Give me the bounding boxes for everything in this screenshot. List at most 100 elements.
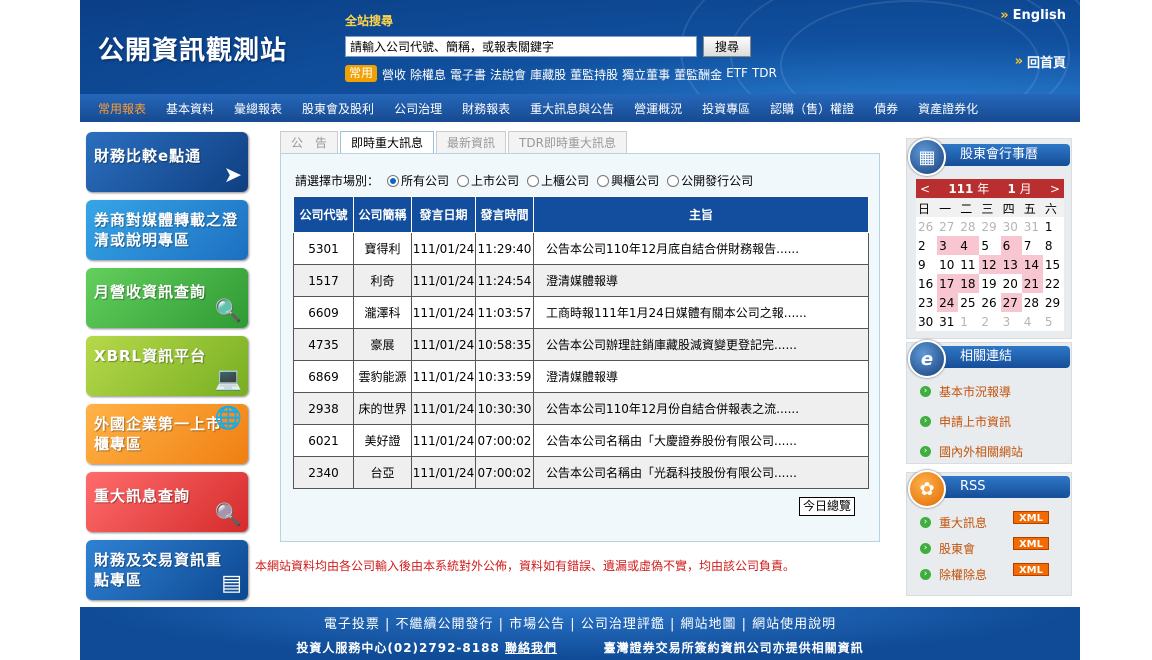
contact-us-link[interactable]: 聯絡我們 — [505, 641, 557, 655]
calendar-day[interactable]: 26 — [916, 217, 938, 236]
rss-item-ex-dividend[interactable]: › 除權除息 — [920, 566, 987, 583]
related-link-market-report[interactable]: › 基本市況報導 — [920, 383, 1011, 400]
calendar-day[interactable]: 11 — [958, 255, 980, 274]
xml-badge[interactable]: XML — [1013, 563, 1049, 576]
calendar-day[interactable]: 1 — [1042, 217, 1064, 236]
table-row[interactable]: 2938 床的世界 111/01/24 10:30:30 公告本公司110年12… — [293, 392, 869, 425]
banner-monthly-revenue[interactable]: 月營收資訊查詢 🔍 — [86, 268, 248, 328]
calendar-day[interactable]: 2 — [979, 312, 1001, 331]
nav-item-basic-info[interactable]: 基本資料 — [156, 100, 224, 117]
xml-badge[interactable]: XML — [1013, 511, 1049, 524]
banner-foreign-enterprise[interactable]: 外國企業第一上市櫃專區 🌐 — [86, 404, 248, 464]
cell-subject[interactable]: 公告本公司110年12月份自結合併報表之流...... — [533, 392, 869, 425]
table-row[interactable]: 6021 美好證 111/01/24 07:00:02 公告本公司名稱由「大慶證… — [293, 424, 869, 457]
calendar-day[interactable]: 29 — [1042, 293, 1064, 312]
banner-financial-comparison[interactable]: 財務比較e點通 ➤ — [86, 132, 248, 192]
prev-month-button[interactable]: < — [920, 182, 930, 196]
quick-link[interactable]: 除權息 — [410, 66, 446, 83]
radio-all-companies[interactable]: 所有公司 — [387, 172, 449, 189]
radio-otc[interactable]: 上櫃公司 — [527, 172, 589, 189]
radio-button[interactable] — [387, 174, 400, 187]
tab-latest-info[interactable]: 最新資訊 — [436, 131, 507, 153]
nav-item-operations[interactable]: 營運概況 — [624, 100, 692, 117]
calendar-day[interactable]: 8 — [1042, 236, 1064, 255]
calendar-day[interactable]: 2 — [916, 236, 938, 255]
radio-button[interactable] — [457, 174, 470, 187]
today-overview-button[interactable]: 今日總覽 — [799, 497, 856, 516]
banner-xbrl[interactable]: XBRL資訊平台 💻 — [86, 336, 248, 396]
calendar-day[interactable]: 1 — [958, 312, 980, 331]
footer-link-governance-eval[interactable]: 公司治理評鑑 — [581, 617, 665, 632]
cell-subject[interactable]: 公告本公司110年12月底自結合併財務報告...... — [533, 232, 869, 265]
nav-item-securitization[interactable]: 資產證券化 — [908, 100, 988, 117]
cell-subject[interactable]: 澄清媒體報導 — [533, 360, 869, 393]
banner-financial-trading[interactable]: 財務及交易資訊重點專區 ▤ — [86, 540, 248, 600]
calendar-day[interactable]: 6 — [1000, 236, 1022, 255]
nav-item-bonds[interactable]: 債券 — [864, 100, 908, 117]
radio-button[interactable] — [597, 174, 610, 187]
calendar-day[interactable]: 28 — [958, 217, 980, 236]
radio-public[interactable]: 公開發行公司 — [667, 172, 753, 189]
calendar-day[interactable]: 27 — [937, 217, 959, 236]
calendar-day[interactable]: 16 — [916, 274, 938, 293]
calendar-day[interactable]: 10 — [937, 255, 959, 274]
quick-link[interactable]: ETF — [726, 66, 748, 83]
calendar-day[interactable]: 12 — [979, 255, 1001, 274]
nav-item-warrants[interactable]: 認購（售）權證 — [760, 100, 864, 117]
calendar-day[interactable]: 15 — [1042, 255, 1064, 274]
calendar-day[interactable]: 9 — [916, 255, 938, 274]
calendar-day[interactable]: 25 — [958, 293, 980, 312]
quick-link[interactable]: 法說會 — [490, 66, 526, 83]
cell-subject[interactable]: 公告本公司名稱由「光磊科技股份有限公司...... — [533, 456, 869, 489]
calendar-day[interactable]: 31 — [937, 312, 959, 331]
rss-item-material-info[interactable]: › 重大訊息 — [920, 514, 987, 531]
quick-link[interactable]: 獨立董事 — [622, 66, 670, 83]
calendar-day[interactable]: 23 — [916, 293, 938, 312]
table-row[interactable]: 4735 豪展 111/01/24 10:58:35 公告本公司辦理註銷庫藏股減… — [293, 328, 869, 361]
calendar-day[interactable]: 28 — [1021, 293, 1043, 312]
xml-badge[interactable]: XML — [1013, 537, 1049, 550]
rss-item-shareholders-meeting[interactable]: › 股東會 — [920, 540, 975, 557]
calendar-month[interactable]: 1 月 — [1007, 180, 1031, 197]
table-row[interactable]: 6609 瀧澤科 111/01/24 11:03:57 工商時報111年1月24… — [293, 296, 869, 329]
nav-item-governance[interactable]: 公司治理 — [384, 100, 452, 117]
cell-subject[interactable]: 公告本公司辦理註銷庫藏股減資變更登記完...... — [533, 328, 869, 361]
nav-item-material-info[interactable]: 重大訊息與公告 — [520, 100, 624, 117]
calendar-day[interactable]: 14 — [1021, 255, 1043, 274]
quick-link[interactable]: TDR — [752, 66, 777, 83]
footer-link-usage[interactable]: 網站使用說明 — [752, 617, 836, 632]
footer-link-market-notice[interactable]: 市場公告 — [509, 617, 565, 632]
related-link-listing-info[interactable]: › 申請上市資訊 — [920, 413, 1011, 430]
banner-material-info-query[interactable]: 重大訊息查詢 🔍 — [86, 472, 248, 532]
quick-link[interactable]: 電子書 — [450, 66, 486, 83]
calendar-day[interactable]: 17 — [937, 274, 959, 293]
site-logo[interactable]: 公開資訊觀測站 — [98, 30, 287, 67]
nav-item-shareholders-dividends[interactable]: 股東會及股利 — [292, 100, 384, 117]
calendar-day[interactable]: 30 — [916, 312, 938, 331]
calendar-day[interactable]: 24 — [937, 293, 959, 312]
banner-broker-clarification[interactable]: 券商對媒體轉載之澄清或說明專區 — [86, 200, 248, 260]
calendar-day[interactable]: 19 — [979, 274, 1001, 293]
calendar-day[interactable]: 30 — [1000, 217, 1022, 236]
calendar-day[interactable]: 4 — [958, 236, 980, 255]
footer-link-discontinue[interactable]: 不繼續公開發行 — [395, 617, 493, 632]
nav-item-summary-reports[interactable]: 彙總報表 — [224, 100, 292, 117]
calendar-day[interactable]: 22 — [1042, 274, 1064, 293]
search-input[interactable] — [345, 36, 697, 57]
quick-link[interactable]: 庫藏股 — [530, 66, 566, 83]
calendar-day[interactable]: 5 — [1042, 312, 1064, 331]
calendar-day[interactable]: 20 — [1000, 274, 1022, 293]
next-month-button[interactable]: > — [1050, 182, 1060, 196]
calendar-day[interactable]: 26 — [979, 293, 1001, 312]
calendar-day[interactable]: 3 — [937, 236, 959, 255]
related-link-websites[interactable]: › 國內外相關網站 — [920, 443, 1023, 460]
tab-tdr-material-info[interactable]: TDR即時重大訊息 — [508, 131, 627, 153]
calendar-day[interactable]: 31 — [1021, 217, 1043, 236]
footer-link-e-voting[interactable]: 電子投票 — [324, 617, 380, 632]
nav-item-financial-reports[interactable]: 財務報表 — [452, 100, 520, 117]
calendar-year[interactable]: 111 年 — [948, 180, 989, 197]
radio-emerging[interactable]: 興櫃公司 — [597, 172, 659, 189]
english-link[interactable]: » English — [1000, 8, 1066, 23]
calendar-day[interactable]: 18 — [958, 274, 980, 293]
table-row[interactable]: 1517 利奇 111/01/24 11:24:54 澄清媒體報導 — [293, 264, 869, 297]
